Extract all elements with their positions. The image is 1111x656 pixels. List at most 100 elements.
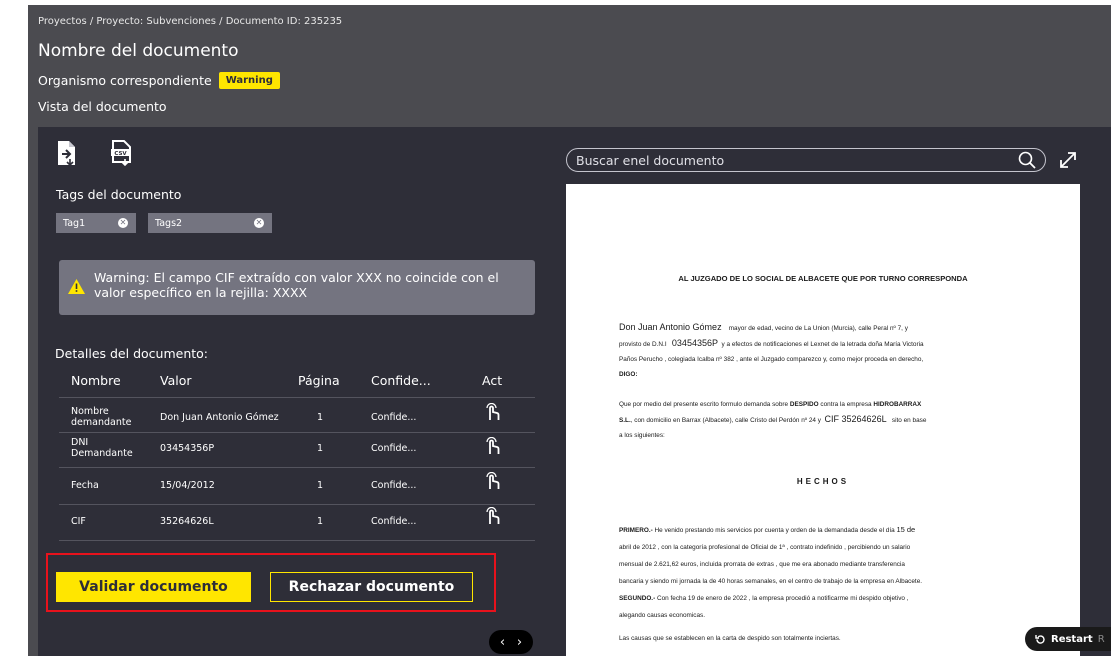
table-cell-valor: Don Juan Antonio Gómez <box>160 412 279 423</box>
doc-text: contra la empresa <box>820 401 872 408</box>
column-header-valor[interactable]: Valor <box>160 373 192 388</box>
column-header-nombre[interactable]: Nombre <box>71 373 121 388</box>
reject-document-button[interactable]: Rechazar documento <box>270 572 473 602</box>
doc-bold: DESPIDO <box>789 401 819 408</box>
section-title-vista: Vista del documento <box>38 99 167 114</box>
tag-label: Tag1 <box>63 217 86 229</box>
doc-line: SEGUNDO.- Con fecha 19 de enero de 2022 … <box>619 590 1049 607</box>
doc-line: alegando causas economicas. <box>619 612 705 619</box>
search-input[interactable] <box>566 148 1046 172</box>
table-cell-nombre: Fecha <box>71 480 99 491</box>
warning-icon <box>68 279 85 294</box>
doc-text: 15 de <box>896 525 916 534</box>
table-cell-valor: 03454356P <box>160 443 215 454</box>
table-cell-confidence: Confide... <box>371 516 417 527</box>
file-export-icon[interactable] <box>56 140 78 166</box>
csv-export-icon[interactable]: CSV <box>110 140 132 166</box>
doc-text: Que por medio del presente escrito formu… <box>619 401 789 408</box>
doc-line: Don Juan Antonio Gómez mayor de edad, ve… <box>619 320 1049 336</box>
cell-line: DNI <box>71 437 89 448</box>
column-header-pagina[interactable]: Página <box>298 373 340 388</box>
doc-line: a los siguientes: <box>619 432 665 439</box>
tag-chip[interactable]: Tags2 ✕ <box>148 213 272 233</box>
hand-pointer-icon[interactable] <box>484 437 500 455</box>
table-cell-confidence: Confide... <box>371 443 417 454</box>
table-cell-valor: 35264626L <box>160 516 214 527</box>
app-window: Proyectos / Proyecto: Subvenciones / Doc… <box>28 5 1111 656</box>
status-badge: Warning <box>218 72 280 89</box>
restart-label: Restart <box>1051 633 1093 645</box>
validate-document-button[interactable]: Validar documento <box>56 572 251 602</box>
table-cell-confidence: Confide... <box>371 480 417 491</box>
doc-line: Que por medio del presente escrito formu… <box>619 397 1049 412</box>
column-header-act[interactable]: Act <box>482 373 502 388</box>
table-cell-pagina: 1 <box>317 516 324 527</box>
divider <box>59 467 535 468</box>
close-icon[interactable]: ✕ <box>254 218 264 228</box>
table-cell-pagina: 1 <box>317 412 324 423</box>
organismo-label: Organismo correspondiente <box>38 73 212 88</box>
doc-text: He venido prestando mis servicios por cu… <box>654 527 895 534</box>
doc-text: , con domicilio en Barrax (Albacete), ca… <box>630 417 821 424</box>
page-title: Nombre del documento <box>38 41 239 61</box>
doc-line: S.L., con domicilio en Barrax (Albacete)… <box>619 412 1049 428</box>
details-title: Detalles del documento: <box>55 346 208 361</box>
doc-line: PRIMERO.- He venido prestando mis servic… <box>619 521 1049 539</box>
divider <box>59 397 535 398</box>
doc-bold: S.L. <box>619 417 631 424</box>
doc-line: provisto de D.N.I 03454356P y a efectos … <box>619 336 1049 352</box>
restart-tail: R <box>1097 633 1105 645</box>
breadcrumb[interactable]: Proyectos / Proyecto: Subvenciones / Doc… <box>38 16 342 27</box>
doc-text: Con fecha 19 de enero de 2022 , la empre… <box>657 595 909 602</box>
table-cell-pagina: 1 <box>317 443 324 454</box>
doc-text: y a efectos de notificaciones el Lexnet … <box>721 341 924 348</box>
hand-pointer-icon[interactable] <box>484 403 500 421</box>
organismo-row: Organismo correspondiente Warning <box>38 72 280 89</box>
doc-text: sito en base <box>891 417 927 424</box>
cell-line: demandante <box>71 417 132 428</box>
doc-name: Don Juan Antonio Gómez <box>619 322 722 332</box>
chevron-right-icon[interactable]: › <box>517 635 522 650</box>
table-cell-nombre: DNI Demandante <box>71 437 133 459</box>
hand-pointer-icon[interactable] <box>484 507 500 525</box>
chevron-left-icon[interactable]: ‹ <box>500 635 505 650</box>
section-heading: HECHOS <box>796 477 850 486</box>
svg-text:CSV: CSV <box>114 151 127 157</box>
doc-text: provisto de D.N.I <box>619 341 667 348</box>
table-cell-nombre: Nombre demandante <box>71 406 131 428</box>
doc-text: mayor de edad, vecino de La Union (Murci… <box>728 325 908 332</box>
tag-label: Tags2 <box>155 217 183 229</box>
page-navigator: ‹ › <box>489 630 533 654</box>
doc-dni: 03454356P <box>671 338 718 348</box>
column-header-confidence[interactable]: Confide... <box>371 373 431 388</box>
tag-chip[interactable]: Tag1 ✕ <box>56 213 136 233</box>
doc-line: abril de 2012 , con la categoría profesi… <box>619 544 911 551</box>
doc-line: Paños Perucho , colegiada Icalba nº 382 … <box>619 356 924 363</box>
warning-line: valor específico en la rejilla: XXXX <box>94 285 308 300</box>
doc-bold: HIDROBARRAX <box>873 401 922 408</box>
doc-line: Las causas que se establecen en la carta… <box>619 635 841 642</box>
search-icon[interactable] <box>1018 151 1036 169</box>
table-cell-nombre: CIF <box>71 516 86 527</box>
doc-cif: CIF 35264626L <box>824 414 887 424</box>
expand-icon[interactable] <box>1058 150 1078 170</box>
document-paragraph: Don Juan Antonio Gómez mayor de edad, ve… <box>619 320 1049 382</box>
document-paragraph: Que por medio del presente escrito formu… <box>619 397 1049 443</box>
warning-line: Warning: El campo CIF extraído con valor… <box>94 270 499 285</box>
document-preview[interactable]: AL JUZGADO DE LO SOCIAL DE ALBACETE QUE … <box>566 184 1080 656</box>
doc-bold: PRIMERO.- <box>619 527 653 534</box>
close-icon[interactable]: ✕ <box>118 218 128 228</box>
cell-line: Nombre <box>71 406 109 417</box>
document-heading: AL JUZGADO DE LO SOCIAL DE ALBACETE QUE … <box>678 274 968 283</box>
doc-bold: SEGUNDO.- <box>619 595 656 602</box>
document-panel: CSV Tags del documento Tag1 ✕ Tags2 ✕ Wa… <box>38 127 1111 656</box>
warning-text: Warning: El campo CIF extraído con valor… <box>94 270 524 300</box>
warning-alert: Warning: El campo CIF extraído con valor… <box>59 260 535 315</box>
restart-button[interactable]: Restart R <box>1025 627 1111 651</box>
table-cell-pagina: 1 <box>317 480 324 491</box>
hand-pointer-icon[interactable] <box>484 472 500 490</box>
divider <box>59 540 535 541</box>
table-cell-valor: 15/04/2012 <box>160 480 215 491</box>
doc-line: bancaria y siendo mi jornada la de 40 ho… <box>619 578 923 585</box>
doc-line: mensual de 2.621,62 euros, incluida pror… <box>619 561 905 568</box>
